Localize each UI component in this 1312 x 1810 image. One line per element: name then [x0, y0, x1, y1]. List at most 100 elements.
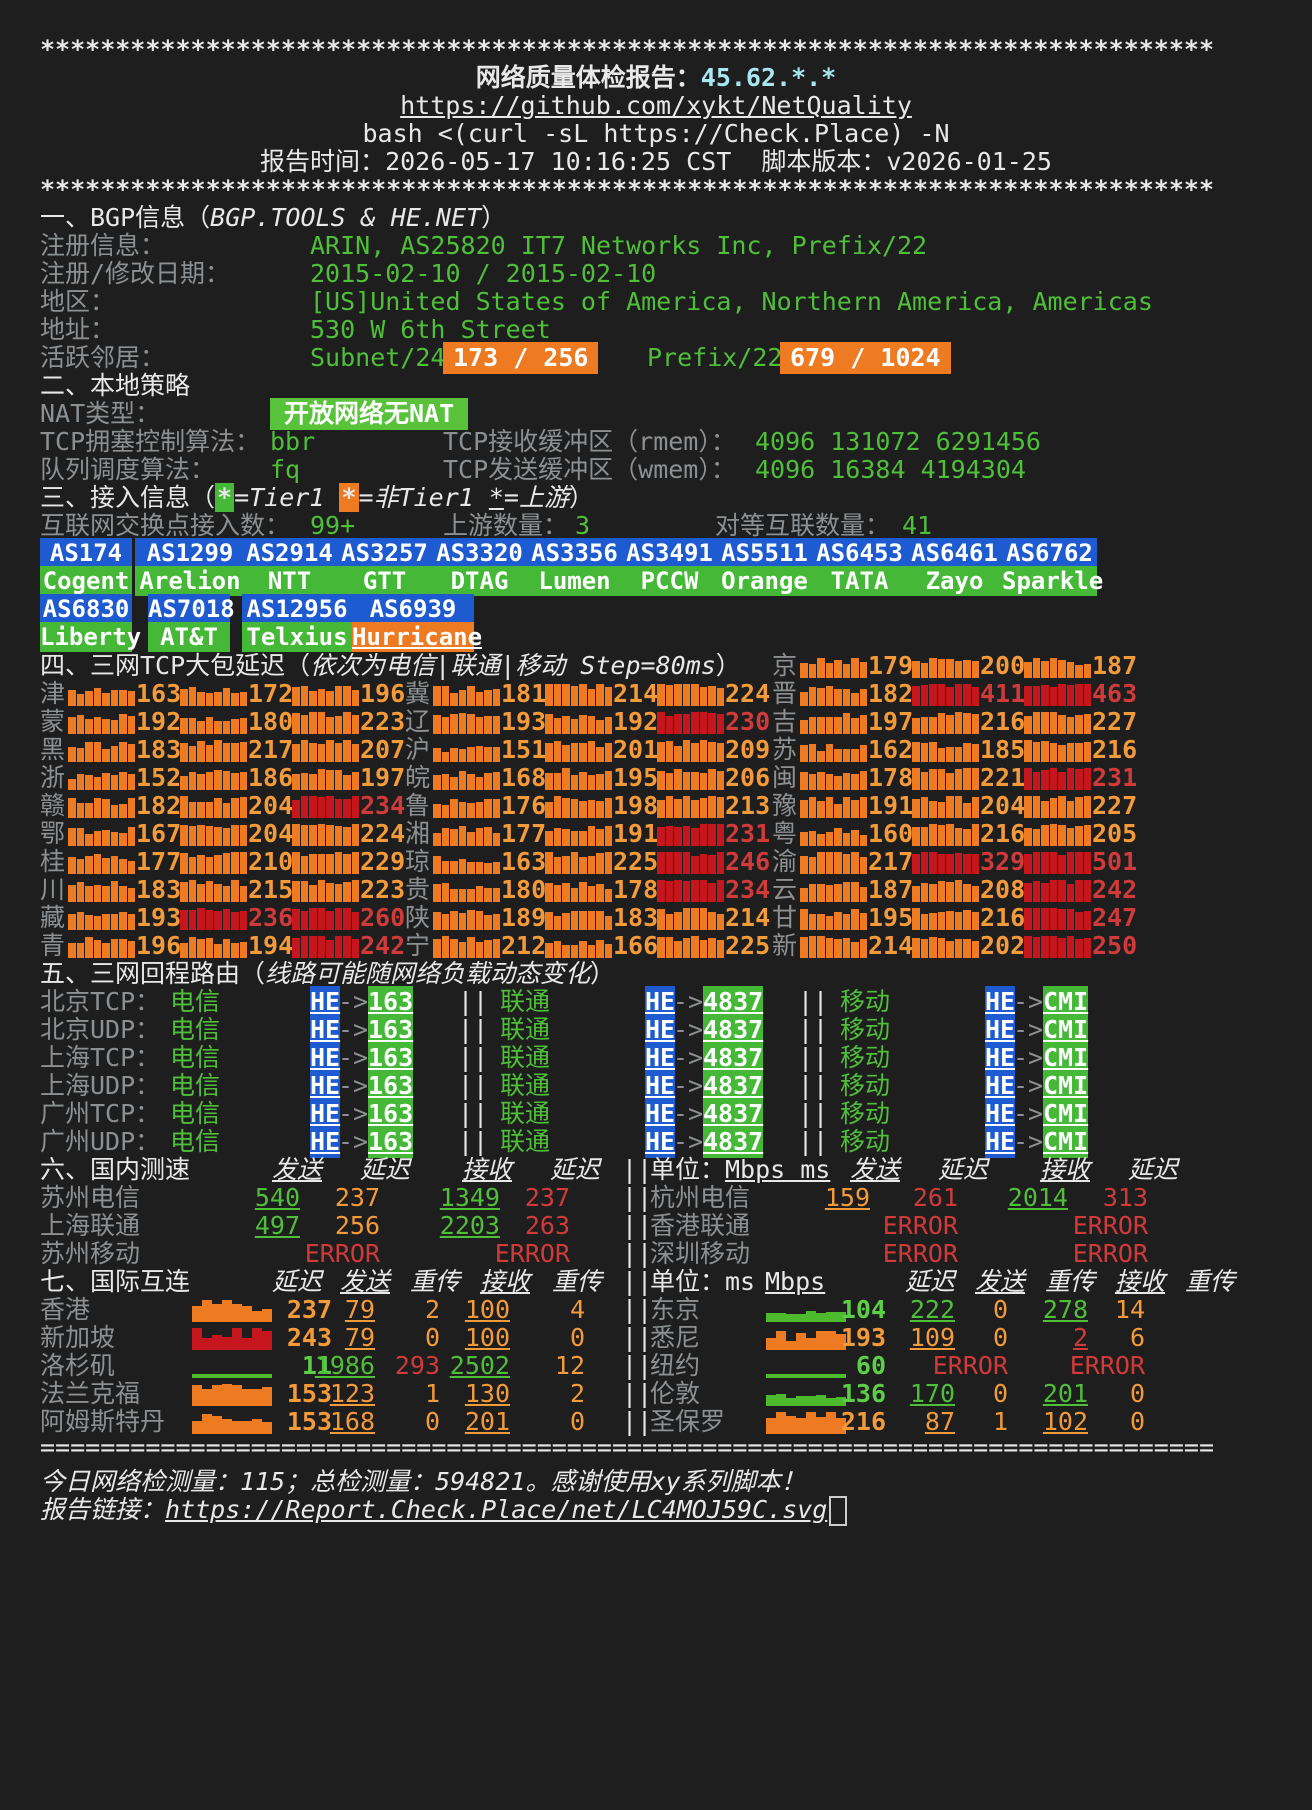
- latency-bar-seg: [937, 713, 945, 734]
- latency-bar: [912, 824, 980, 846]
- latency-bar-seg: [1032, 771, 1040, 790]
- latency-bar-seg: [834, 776, 842, 790]
- latency-bar: [912, 768, 980, 790]
- latency-bar-seg: [1032, 657, 1040, 678]
- latency-bar-seg: [1075, 911, 1083, 930]
- latency-bar-seg: [817, 936, 825, 958]
- asn-AS2914: AS2914: [242, 538, 337, 568]
- latency-bar-seg: [859, 856, 867, 874]
- latency-bar-seg: [1032, 741, 1040, 762]
- latency-bar-seg: [1041, 712, 1049, 734]
- latency-bar-seg: [800, 662, 808, 678]
- latency-bar-seg: [1083, 852, 1091, 874]
- asn-name-AS3356: Lumen: [527, 566, 622, 596]
- latency-bar-seg: [946, 687, 954, 706]
- asn-name-AS1299: Arelion: [135, 566, 245, 596]
- asn-AS3356: AS3356: [527, 538, 622, 568]
- latency-bar-seg: [800, 800, 808, 818]
- latency-bar-seg: [1066, 743, 1074, 762]
- latency-bar-seg: [851, 800, 859, 818]
- asn-AS1299: AS1299: [135, 538, 245, 568]
- latency-bar-seg: [859, 771, 867, 790]
- latency-bar: [912, 852, 980, 874]
- latency-bar-seg: [1041, 660, 1049, 678]
- latency-bar-seg: [825, 915, 833, 930]
- latency-bar-seg: [1041, 684, 1049, 706]
- access-title-text: 三、接入信息（: [40, 483, 216, 512]
- intl-bar-seg: [222, 1384, 232, 1406]
- latency-bar-seg: [954, 746, 962, 762]
- latency-bar: [1024, 768, 1092, 790]
- intl-bar-seg: [202, 1388, 212, 1406]
- latency-bar-seg: [920, 883, 928, 902]
- latency-bar-seg: [920, 913, 928, 930]
- latency-bar-seg: [1024, 908, 1032, 930]
- latency-bar-seg: [1083, 768, 1091, 790]
- asn-AS12956: AS12956: [242, 594, 352, 624]
- latency-bar-seg: [1066, 909, 1074, 930]
- intl-bar-seg: [242, 1338, 252, 1350]
- asn-AS6762: AS6762: [1002, 538, 1097, 568]
- latency-bar-seg: [946, 853, 954, 874]
- latency-bar-seg: [937, 747, 945, 762]
- intl-sep: ||: [622, 1407, 653, 1436]
- intl-bar-seg: [776, 1412, 786, 1434]
- latency-bar-seg: [1032, 796, 1040, 818]
- latency-bar-seg: [937, 684, 945, 706]
- latency-bar-seg: [825, 796, 833, 818]
- latency-bar-seg: [920, 796, 928, 818]
- latency-bar-seg: [954, 880, 962, 902]
- latency-bar-seg: [1041, 800, 1049, 818]
- latency-bar-seg: [937, 881, 945, 902]
- asn-name-AS7018: AT&T: [148, 622, 230, 652]
- latency-bar-seg: [1058, 772, 1066, 790]
- intl-bar-seg: [776, 1330, 786, 1350]
- intl-bar-seg: [796, 1332, 806, 1350]
- latency-bar-seg: [1058, 744, 1066, 762]
- latency-bar-seg: [834, 883, 842, 902]
- latency-bar-seg: [1075, 743, 1083, 762]
- latency-bar-seg: [929, 852, 937, 874]
- latency-bar-seg: [963, 938, 971, 958]
- latency-bar-seg: [859, 797, 867, 818]
- report-time: 2026-05-17 10:16:25 CST: [385, 147, 732, 176]
- intl-bar-seg: [786, 1313, 796, 1322]
- latency-bar: [800, 796, 868, 818]
- latency-bar-seg: [825, 884, 833, 902]
- latency-bar-seg: [1066, 716, 1074, 734]
- latency-bar-seg: [929, 913, 937, 930]
- latency-bar-seg: [1024, 853, 1032, 874]
- asn-name-AS12956: Telxius: [242, 622, 352, 652]
- latency-bar-seg: [808, 687, 816, 706]
- latency-bar-seg: [963, 828, 971, 846]
- intl-cell: 0: [1129, 1407, 1145, 1436]
- latency-bar-seg: [1032, 829, 1040, 846]
- latency-bar-seg: [1083, 938, 1091, 958]
- latency-bar-seg: [1066, 828, 1074, 846]
- footer-link[interactable]: https://Report.Check.Place/net/LC4MOJ59C…: [165, 1495, 827, 1524]
- route-title-end: ）: [590, 959, 616, 988]
- latency-bar-seg: [1049, 712, 1057, 734]
- asn-name-AS3491: PCCW: [622, 566, 717, 596]
- latency-bar-seg: [808, 857, 816, 874]
- latency-bar-seg: [1058, 684, 1066, 706]
- asn-name-AS6830: Liberty: [40, 622, 142, 652]
- latency-bar-seg: [971, 768, 979, 790]
- latency-bar-seg: [954, 827, 962, 846]
- latency-bar-seg: [800, 936, 808, 958]
- latency-bar-seg: [1066, 936, 1074, 958]
- legend-upstream-marker: *: [488, 483, 504, 512]
- latency-bar: [912, 740, 980, 762]
- intl-bar-seg: [796, 1418, 806, 1434]
- latency-bar-seg: [800, 691, 808, 706]
- asn-AS6830: AS6830: [40, 594, 132, 624]
- latency-bar-seg: [937, 853, 945, 874]
- latency-bar-seg: [842, 663, 850, 678]
- latency-bar-seg: [825, 686, 833, 706]
- latency-bar-seg: [851, 748, 859, 762]
- latency-bar-seg: [842, 833, 850, 846]
- latency-bar-seg: [920, 684, 928, 706]
- asn-name-AS3320: DTAG: [432, 566, 527, 596]
- latency-bar-seg: [920, 852, 928, 874]
- latency-bar-seg: [1049, 768, 1057, 790]
